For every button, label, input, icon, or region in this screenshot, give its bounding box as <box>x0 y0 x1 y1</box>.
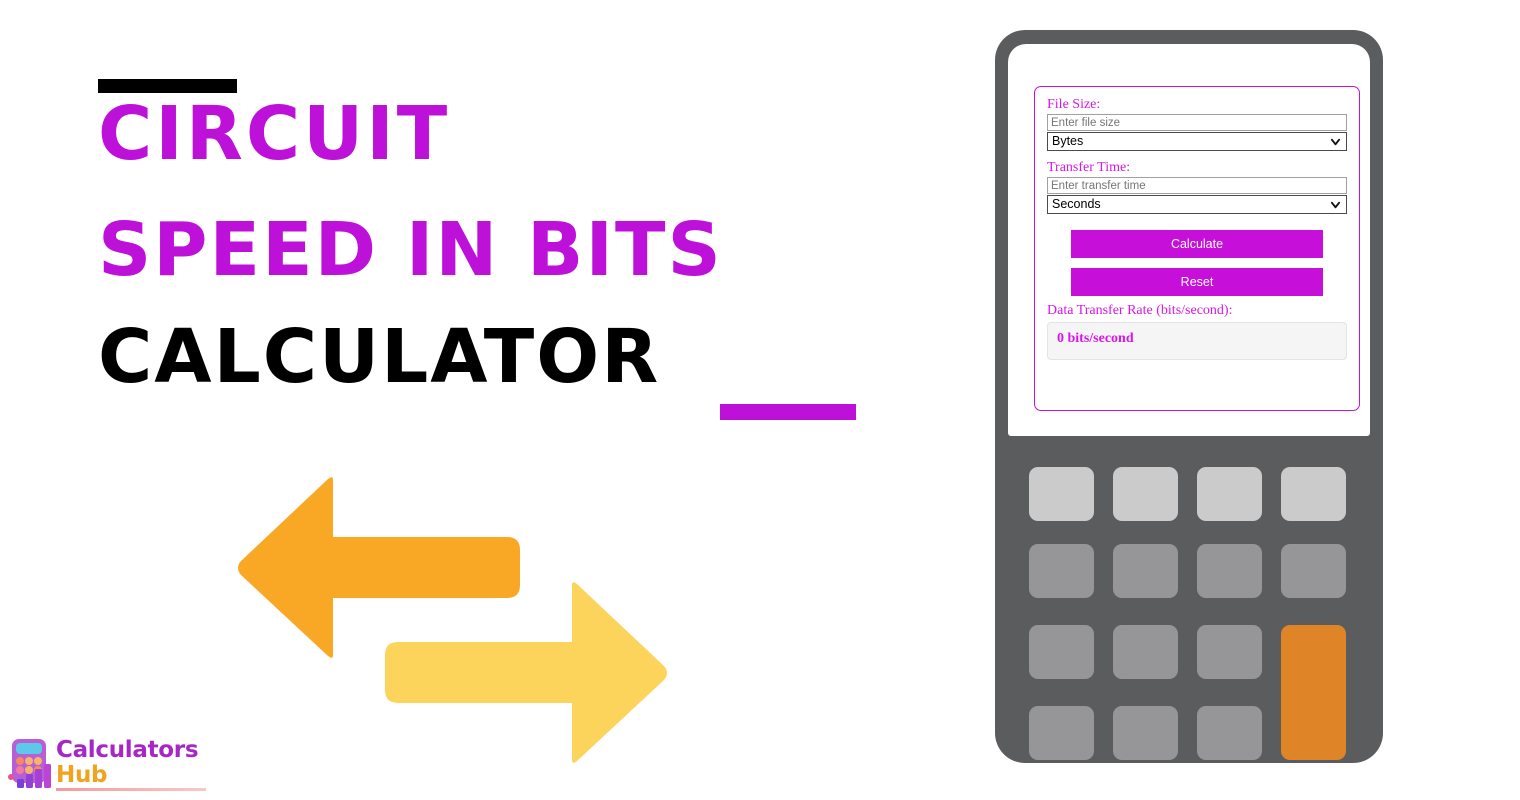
keypad-key-accent[interactable] <box>1281 625 1346 760</box>
title-bottom-rule <box>720 404 856 420</box>
logo-wordmark: Calculators Hub <box>56 737 199 788</box>
file-size-unit-select[interactable]: Bytes <box>1047 132 1347 151</box>
page-title-line-2: SPEED IN BITS <box>98 207 723 293</box>
keypad-key[interactable] <box>1029 706 1094 760</box>
file-size-field-group: File Size: Bytes <box>1047 97 1347 151</box>
file-size-input[interactable] <box>1047 114 1347 131</box>
keypad-key[interactable] <box>1281 467 1346 521</box>
keypad-key[interactable] <box>1197 625 1262 679</box>
promo-panel: CIRCUIT SPEED IN BITS CALCULATOR Calcula… <box>0 0 960 800</box>
logo-word-calculators: Calculators <box>56 737 199 763</box>
logo-underline <box>56 788 206 791</box>
right-arrow-icon <box>385 582 667 763</box>
keypad-key[interactable] <box>1281 544 1346 598</box>
chevron-down-icon <box>1330 138 1341 146</box>
transfer-time-field-group: Transfer Time: Seconds <box>1047 160 1347 214</box>
keypad-key[interactable] <box>1113 467 1178 521</box>
transfer-time-unit-select[interactable]: Seconds <box>1047 195 1347 214</box>
logo-word-hub: Hub <box>56 762 108 788</box>
result-value: 0 bits/second <box>1057 331 1134 346</box>
keypad-key[interactable] <box>1113 625 1178 679</box>
calculator-bars-icon <box>8 739 51 788</box>
calculator-keypad <box>1029 437 1349 760</box>
keypad-key[interactable] <box>1197 706 1262 760</box>
reset-button[interactable]: Reset <box>1071 268 1323 296</box>
calculator-device: File Size: Bytes Transfer Time: Seconds <box>995 30 1383 763</box>
transfer-time-input[interactable] <box>1047 177 1347 194</box>
keypad-key[interactable] <box>1197 467 1262 521</box>
keypad-key[interactable] <box>1113 544 1178 598</box>
calculator-screen: File Size: Bytes Transfer Time: Seconds <box>1008 44 1370 436</box>
page-title-line-3: CALCULATOR <box>98 314 661 400</box>
chevron-down-icon <box>1330 201 1341 209</box>
keypad-key[interactable] <box>1029 625 1094 679</box>
transfer-time-label: Transfer Time: <box>1047 160 1131 175</box>
keypad-key[interactable] <box>1197 544 1262 598</box>
result-box: 0 bits/second <box>1047 322 1347 360</box>
keypad-key[interactable] <box>1113 706 1178 760</box>
data-transfer-rate-form: File Size: Bytes Transfer Time: Seconds <box>1034 86 1360 411</box>
calculate-button[interactable]: Calculate <box>1071 230 1323 258</box>
data-transfer-arrows-illustration <box>235 475 675 765</box>
brand-logo: Calculators Hub <box>8 737 208 795</box>
file-size-unit-value: Bytes <box>1052 134 1084 148</box>
file-size-label: File Size: <box>1047 97 1101 112</box>
page-title-line-1: CIRCUIT <box>98 91 451 177</box>
result-label: Data Transfer Rate (bits/second): <box>1047 303 1233 318</box>
keypad-key[interactable] <box>1029 467 1094 521</box>
transfer-time-unit-value: Seconds <box>1052 197 1101 211</box>
keypad-key[interactable] <box>1029 544 1094 598</box>
